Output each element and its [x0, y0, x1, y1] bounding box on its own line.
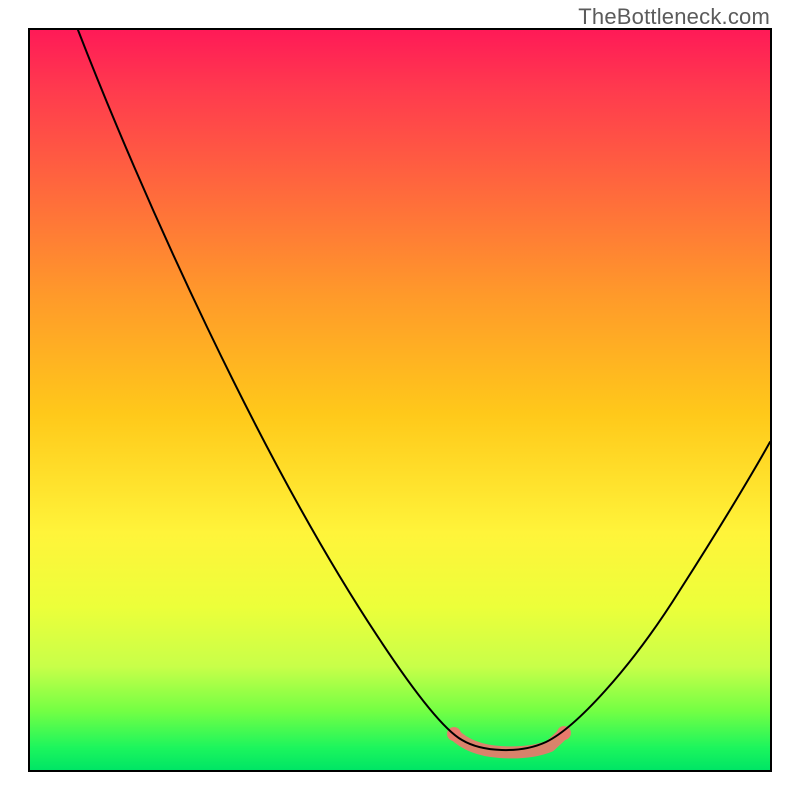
curve-svg	[30, 30, 770, 770]
plot-area	[28, 28, 772, 772]
bottleneck-curve	[78, 30, 770, 750]
watermark-text: TheBottleneck.com	[578, 4, 770, 30]
chart-stage: TheBottleneck.com	[0, 0, 800, 800]
